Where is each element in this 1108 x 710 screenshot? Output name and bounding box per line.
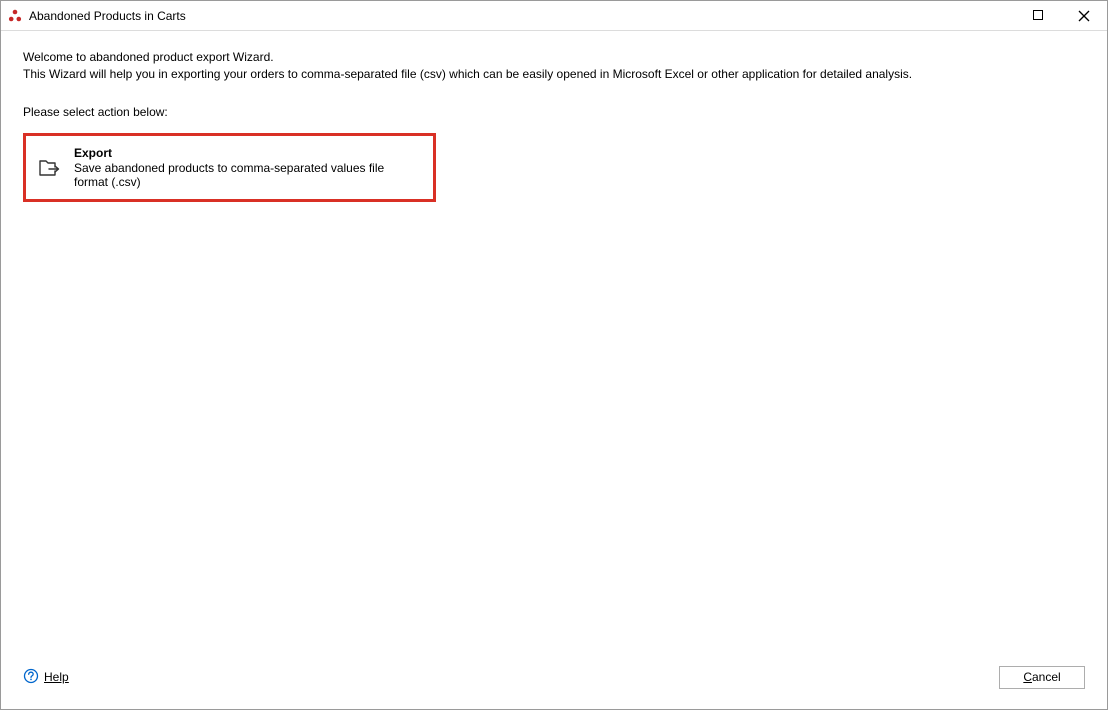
export-icon: [38, 157, 60, 179]
intro-text: Welcome to abandoned product export Wiza…: [23, 49, 1085, 83]
maximize-icon: [1033, 10, 1044, 21]
maximize-button[interactable]: [1015, 1, 1061, 30]
close-button[interactable]: [1061, 1, 1107, 30]
app-icon: [7, 8, 23, 24]
titlebar: Abandoned Products in Carts: [1, 1, 1107, 31]
wizard-content: Welcome to abandoned product export Wiza…: [1, 31, 1107, 659]
help-link[interactable]: Help: [23, 668, 69, 687]
close-icon: [1078, 10, 1090, 22]
help-label: Help: [44, 670, 69, 684]
cancel-button[interactable]: Cancel: [999, 666, 1085, 689]
wizard-window: Abandoned Products in Carts Welcome to a…: [0, 0, 1108, 710]
export-action[interactable]: Export Save abandoned products to comma-…: [23, 133, 436, 202]
help-icon: [23, 668, 39, 687]
intro-line-2: This Wizard will help you in exporting y…: [23, 66, 1085, 83]
export-action-text: Export Save abandoned products to comma-…: [74, 146, 421, 189]
wizard-footer: Help Cancel: [1, 659, 1107, 709]
intro-line-1: Welcome to abandoned product export Wiza…: [23, 49, 1085, 66]
window-title: Abandoned Products in Carts: [29, 9, 1015, 23]
window-controls: [1015, 1, 1107, 30]
export-action-description: Save abandoned products to comma-separat…: [74, 161, 421, 189]
export-action-title: Export: [74, 146, 421, 160]
cancel-button-label: Cancel: [1023, 670, 1060, 684]
select-action-label: Please select action below:: [23, 105, 1085, 119]
